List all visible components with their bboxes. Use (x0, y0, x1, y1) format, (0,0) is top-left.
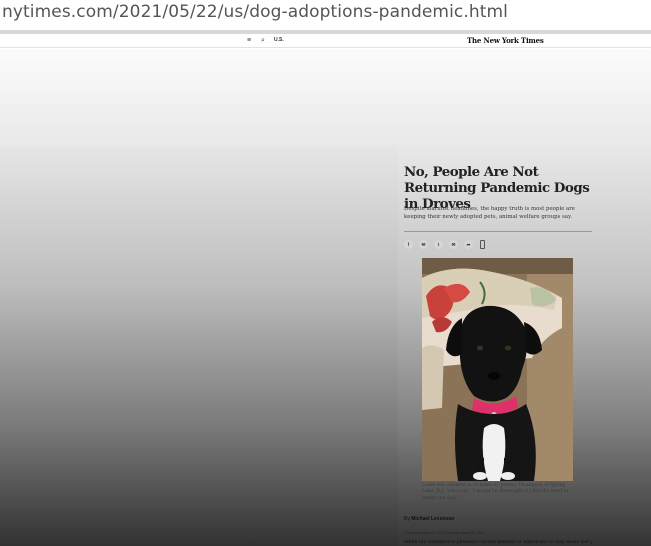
section-link-us[interactable]: U.S. (274, 37, 284, 44)
photo-credit: Jeremy Thompson (460, 496, 494, 500)
nyt-masthead-logo[interactable]: The New York Times (467, 36, 544, 45)
caption-text: Louie was adopted in October by Jeremy T… (422, 483, 569, 501)
facebook-icon[interactable]: f (404, 239, 413, 249)
page-left-area (0, 146, 398, 546)
bookmark-icon[interactable] (480, 239, 485, 249)
article-summary: Despite alarmist headlines, the happy tr… (404, 206, 575, 220)
whatsapp-icon[interactable]: ✉ (419, 239, 428, 249)
share-toolbar: f ✉ t ✉ ➦ (404, 239, 485, 249)
author-link[interactable]: Michael Levenson (411, 516, 454, 522)
address-url[interactable]: nytimes.com/2021/05/22/us/dog-adoptions-… (2, 0, 508, 24)
twitter-icon[interactable]: t (434, 239, 443, 249)
article-byline: By Michael Levenson (404, 516, 454, 523)
share-icon[interactable]: ➦ (464, 239, 473, 249)
email-icon[interactable]: ✉ (449, 239, 458, 249)
search-icon[interactable]: ⌕ (261, 36, 265, 45)
menu-icon[interactable]: ≡ (247, 36, 251, 45)
photo-caption: Louie was adopted in October by Jeremy T… (422, 483, 574, 502)
ad-placeholder (0, 49, 651, 146)
browser-address-bar[interactable]: nytimes.com/2021/05/22/us/dog-adoptions-… (0, 0, 651, 28)
article-photo (422, 258, 573, 481)
publish-dates: Published May 22, 2021 Updated May 25, 2… (404, 531, 485, 535)
site-top-nav: ≡ ⌕ U.S. The New York Times (0, 34, 651, 48)
article-body-start: When the coronavirus pandemic forced mil… (404, 540, 592, 545)
dog-photo-illustration (422, 258, 573, 481)
byline-prefix: By (404, 516, 410, 522)
header-divider (404, 231, 592, 232)
